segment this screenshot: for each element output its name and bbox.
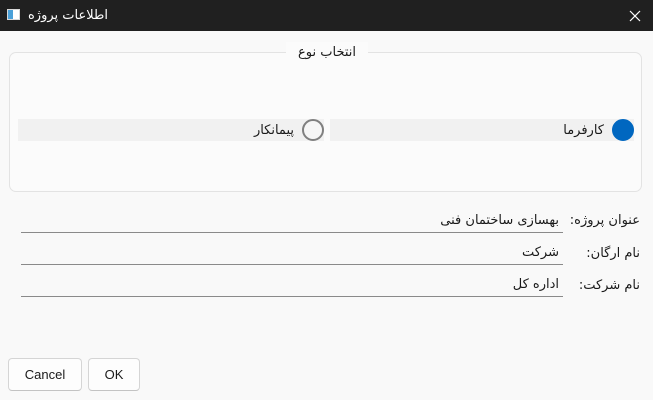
close-icon (629, 10, 641, 22)
app-window-icon (7, 9, 20, 20)
title-bar: اطلاعات پروژه (0, 0, 653, 31)
company-name-field[interactable]: اداره کل (21, 275, 563, 297)
close-button[interactable] (623, 0, 653, 31)
project-info-dialog: اطلاعات پروژه انتخاب نوع کارفرما پیمانکا… (0, 0, 653, 400)
radio-unchecked-icon (302, 119, 324, 141)
radio-employer-label: کارفرما (563, 122, 604, 138)
company-name-label: نام شرکت: (578, 278, 640, 293)
ok-button[interactable]: OK (88, 358, 140, 391)
window-title: اطلاعات پروژه (28, 8, 108, 23)
cancel-button[interactable]: Cancel (8, 358, 82, 391)
organization-name-label: نام ارگان: (586, 246, 640, 261)
radio-contractor[interactable]: پیمانکار (18, 119, 324, 141)
project-title-field[interactable]: بهسازی ساختمان فنی (21, 211, 563, 233)
project-title-label: عنوان پروژه: (569, 213, 640, 228)
type-group-title: انتخاب نوع (286, 42, 368, 64)
radio-contractor-label: پیمانکار (253, 122, 294, 138)
radio-checked-icon (612, 119, 634, 141)
organization-name-field[interactable]: شرکت (21, 243, 563, 265)
radio-employer[interactable]: کارفرما (330, 119, 634, 141)
